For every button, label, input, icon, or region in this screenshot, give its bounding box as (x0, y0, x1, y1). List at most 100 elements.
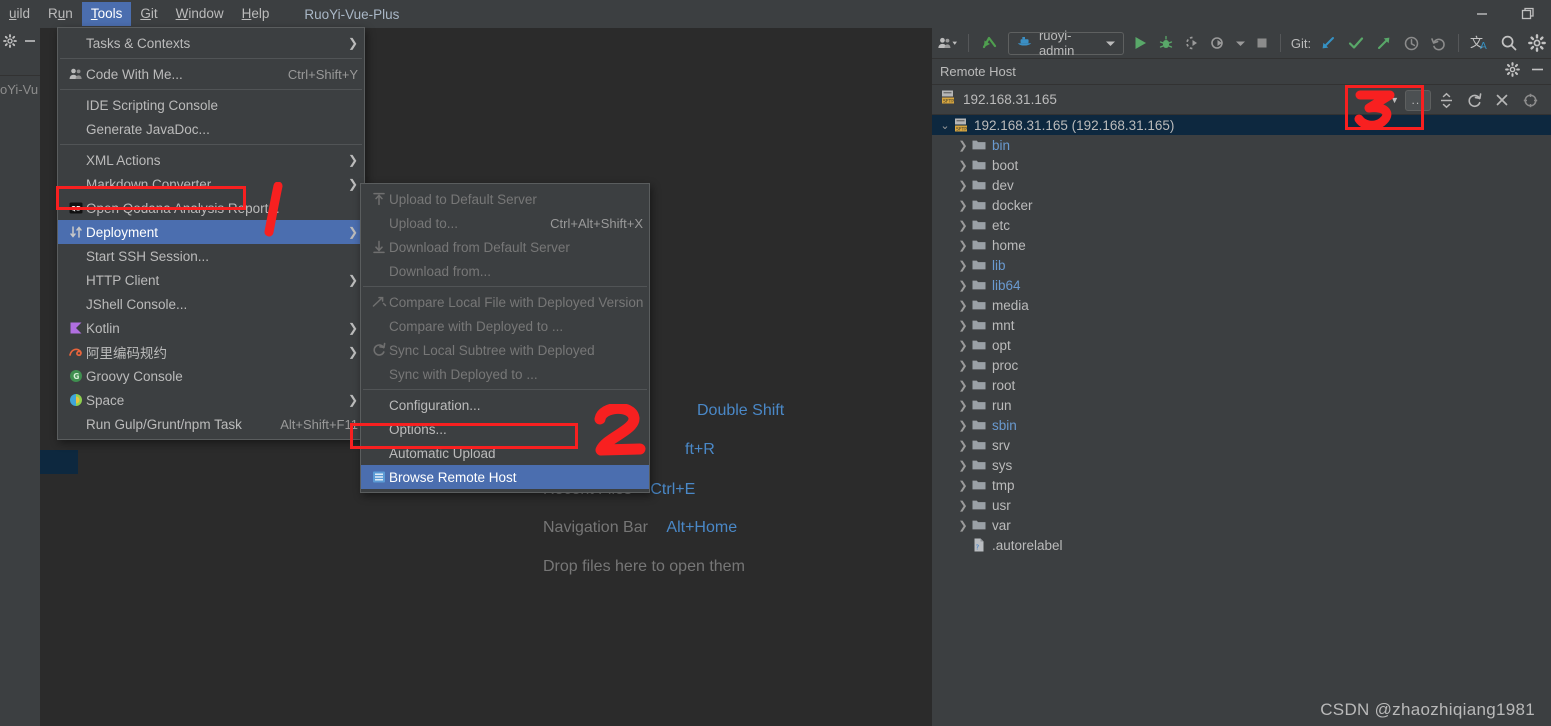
chevron-right-icon[interactable]: ❯ (956, 139, 970, 152)
tree-node[interactable]: ❯ boot (932, 155, 1551, 175)
chevron-right-icon[interactable]: ❯ (956, 299, 970, 312)
stop-icon[interactable] (1250, 28, 1274, 59)
menu-item-generate-javadoc[interactable]: Generate JavaDoc... (58, 117, 364, 141)
chevron-right-icon[interactable]: ❯ (956, 159, 970, 172)
menu-item-ide-scripting-console[interactable]: IDE Scripting Console (58, 93, 364, 117)
menu-item-jshell-console[interactable]: JShell Console... (58, 292, 364, 316)
tree-node[interactable]: ❯ home (932, 235, 1551, 255)
tree-node[interactable]: ❯ etc (932, 215, 1551, 235)
menu-item-label: Compare with Deployed to ... (389, 318, 564, 334)
chevron-right-icon[interactable]: ❯ (956, 319, 970, 332)
git-history-icon[interactable] (1398, 28, 1425, 59)
tree-node-label: root (992, 377, 1016, 393)
menu-item-label: Generate JavaDoc... (86, 121, 210, 137)
chevron-right-icon[interactable]: ❯ (956, 439, 970, 452)
chevron-right-icon[interactable]: ❯ (956, 219, 970, 232)
run-icon[interactable] (1127, 28, 1153, 59)
tree-node[interactable]: ❯ tmp (932, 475, 1551, 495)
menu-item-code-with-me[interactable]: Code With Me... Ctrl+Shift+Y (58, 62, 364, 86)
folder-icon (970, 397, 988, 413)
tree-node[interactable]: ❯ var (932, 515, 1551, 535)
chevron-right-icon[interactable]: ❯ (956, 339, 970, 352)
chevron-right-icon[interactable]: ❯ (956, 259, 970, 272)
run-configuration-selector[interactable]: ruoyi-admin (1007, 28, 1124, 58)
menu-window[interactable]: Window (167, 2, 233, 26)
debug-icon[interactable] (1153, 28, 1179, 59)
tree-node[interactable]: ? .autorelabel (932, 535, 1551, 555)
menu-item-tasks-contexts[interactable]: Tasks & Contexts ❯ (58, 31, 364, 55)
git-commit-icon[interactable] (1342, 28, 1370, 59)
tree-node[interactable]: ❯ docker (932, 195, 1551, 215)
close-icon[interactable] (1489, 87, 1515, 113)
minimize-button[interactable] (1459, 0, 1505, 28)
git-push-icon[interactable] (1370, 28, 1398, 59)
menu-item-run-gulp-grunt-npm-task[interactable]: Run Gulp/Grunt/npm Task Alt+Shift+F11 (58, 412, 364, 436)
git-update-icon[interactable] (1314, 28, 1342, 59)
chevron-right-icon[interactable]: ❯ (956, 419, 970, 432)
chevron-down-icon[interactable]: ⌄ (938, 119, 952, 132)
chevron-right-icon[interactable]: ❯ (956, 239, 970, 252)
tree-node[interactable]: ❯ bin (932, 135, 1551, 155)
tree-node[interactable]: ❯ proc (932, 355, 1551, 375)
menu-tools[interactable]: Tools (81, 2, 132, 26)
tools-dropdown-menu[interactable]: Tasks & Contexts ❯ Code With Me... Ctrl+Shi… (57, 27, 365, 440)
tree-node[interactable]: ❯ sbin (932, 415, 1551, 435)
tree-node[interactable]: ❯ media (932, 295, 1551, 315)
user-avatar-icon[interactable] (932, 28, 962, 59)
chevron-right-icon[interactable]: ❯ (956, 199, 970, 212)
settings-icon[interactable] (1523, 28, 1551, 59)
chevron-right-icon: ❯ (347, 153, 358, 167)
menu-item-http-client[interactable]: HTTP Client ❯ (58, 268, 364, 292)
tree-node[interactable]: ❯ lib (932, 255, 1551, 275)
menu-item-browse-remote-host[interactable]: Browse Remote Host (361, 465, 649, 489)
minimize-icon[interactable] (1530, 63, 1545, 81)
refresh-icon[interactable] (1461, 87, 1487, 113)
tree-node[interactable]: ❯ sys (932, 455, 1551, 475)
folder-icon (970, 517, 988, 533)
menu-run[interactable]: Run (39, 2, 82, 26)
profile-dropdown-icon[interactable] (1231, 28, 1250, 59)
gear-icon[interactable] (2, 34, 17, 53)
chevron-right-icon[interactable]: ❯ (956, 179, 970, 192)
menu-item-groovy-console[interactable]: G Groovy Console (58, 364, 364, 388)
folder-icon (970, 497, 988, 513)
chevron-right-icon[interactable]: ❯ (956, 399, 970, 412)
tree-node[interactable]: ❯ dev (932, 175, 1551, 195)
git-rollback-icon[interactable] (1425, 28, 1452, 59)
tree-node[interactable]: ❯ usr (932, 495, 1551, 515)
chevron-right-icon[interactable]: ❯ (956, 459, 970, 472)
gear-icon[interactable] (1505, 62, 1520, 82)
tree-node-root[interactable]: ⌄ SFTP 192.168.31.165 (192.168.31.165) (932, 115, 1551, 135)
menu-item-kotlin[interactable]: Kotlin ❯ (58, 316, 364, 340)
menu-item-xml-actions[interactable]: XML Actions ❯ (58, 148, 364, 172)
updates-arrow-icon[interactable] (975, 28, 1005, 59)
expand-collapse-icon[interactable] (1433, 87, 1459, 113)
remote-host-tree[interactable]: ⌄ SFTP 192.168.31.165 (192.168.31.165) ❯ bin… (932, 115, 1551, 726)
tree-node[interactable]: ❯ lib64 (932, 275, 1551, 295)
chevron-right-icon[interactable]: ❯ (956, 379, 970, 392)
translate-icon[interactable]: 文 A (1465, 28, 1495, 59)
tree-node[interactable]: ❯ run (932, 395, 1551, 415)
menu-item-deployment[interactable]: Deployment ❯ (58, 220, 364, 244)
hide-panel-icon[interactable] (22, 34, 38, 53)
menu-item-start-ssh-session[interactable]: Start SSH Session... (58, 244, 364, 268)
menu-item-[interactable]: 阿里编码规约 ❯ (58, 340, 364, 364)
profile-icon[interactable] (1205, 28, 1231, 59)
tree-node[interactable]: ❯ opt (932, 335, 1551, 355)
chevron-right-icon[interactable]: ❯ (956, 479, 970, 492)
tree-node[interactable]: ❯ srv (932, 435, 1551, 455)
chevron-right-icon[interactable]: ❯ (956, 279, 970, 292)
menu-item-space[interactable]: Space ❯ (58, 388, 364, 412)
menu-git[interactable]: Git (131, 2, 166, 26)
tree-node[interactable]: ❯ mnt (932, 315, 1551, 335)
chevron-right-icon[interactable]: ❯ (956, 359, 970, 372)
search-icon[interactable] (1495, 28, 1523, 59)
tree-node[interactable]: ❯ root (932, 375, 1551, 395)
chevron-right-icon[interactable]: ❯ (956, 499, 970, 512)
run-with-coverage-icon[interactable] (1179, 28, 1205, 59)
scroll-from-source-icon[interactable] (1517, 87, 1543, 113)
menu-help[interactable]: Help (233, 2, 279, 26)
chevron-right-icon[interactable]: ❯ (956, 519, 970, 532)
restore-button[interactable] (1505, 0, 1551, 28)
menu-build[interactable]: uuildild (0, 2, 39, 26)
